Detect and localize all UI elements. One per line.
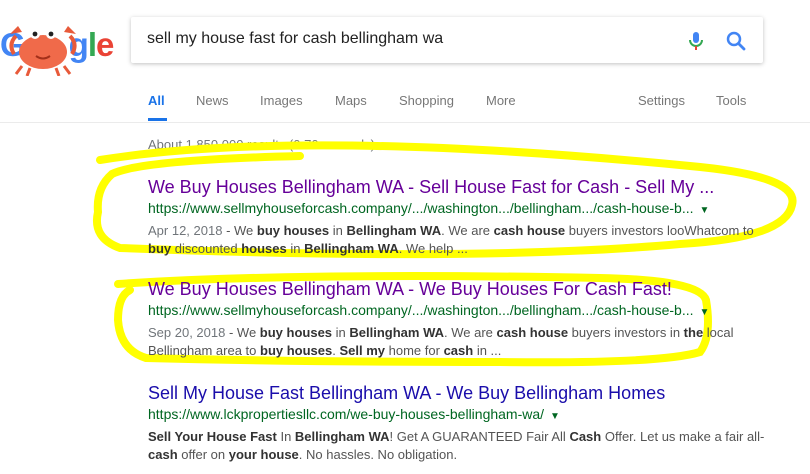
result-snippet: Sep 20, 2018 - We buy houses in Bellingh… xyxy=(148,324,768,360)
google-doodle-logo[interactable]: Ggle xyxy=(0,12,120,76)
snippet-bold-term: houses xyxy=(241,241,287,256)
result-stats: About 1,850,000 results (0.70 seconds) xyxy=(148,137,375,152)
result-date: Sep 20, 2018 xyxy=(148,325,226,340)
snippet-text-run: . We help ... xyxy=(398,241,468,256)
snippet-text-run: . xyxy=(332,343,340,358)
snippet-bold-term: your house xyxy=(228,447,299,462)
snippet-text-run: - We xyxy=(222,223,257,238)
tab-all[interactable]: All xyxy=(148,93,165,108)
tab-maps[interactable]: Maps xyxy=(335,93,367,108)
snippet-text-run: home for xyxy=(385,343,444,358)
microphone-icon[interactable] xyxy=(684,29,708,53)
snippet-text-run: ! Get A GUARANTEED Fair All xyxy=(389,429,570,444)
snippet-text-run: discounted xyxy=(171,241,242,256)
snippet-text: - We buy houses in Bellingham WA. We are… xyxy=(148,223,754,256)
settings-button[interactable]: Settings xyxy=(638,93,685,108)
snippet-bold-term: Bellingham WA xyxy=(294,429,390,444)
search-icon[interactable] xyxy=(724,29,748,53)
snippet-bold-term: buy houses xyxy=(256,223,330,238)
search-result: Sell My House Fast Bellingham WA - We Bu… xyxy=(148,382,768,464)
snippet-bold-term: cash xyxy=(443,343,474,358)
snippet-text-run: In xyxy=(276,429,295,444)
result-title-link[interactable]: We Buy Houses Bellingham WA - We Buy Hou… xyxy=(148,278,768,300)
snippet-text-run: Offer. Let us make a fair all- xyxy=(601,429,765,444)
snippet-text-run: offer on xyxy=(177,447,229,462)
snippet-bold-term: buy xyxy=(148,241,172,256)
result-url: https://www.sellmyhouseforcash.company/.… xyxy=(148,199,768,220)
snippet-bold-term: Bellingham WA xyxy=(304,241,399,256)
snippet-text-run: buyers investors in xyxy=(568,325,684,340)
search-result: We Buy Houses Bellingham WA - We Buy Hou… xyxy=(148,278,768,360)
snippet-bold-term: Bellingham WA xyxy=(349,325,445,340)
result-snippet: Sell Your House Fast In Bellingham WA! G… xyxy=(148,428,768,464)
snippet-text-run: in xyxy=(332,325,350,340)
active-tab-indicator xyxy=(148,118,167,121)
crab-icon xyxy=(9,26,77,76)
snippet-bold-term: Sell Your House Fast xyxy=(148,429,277,444)
result-title-link[interactable]: Sell My House Fast Bellingham WA - We Bu… xyxy=(148,382,768,404)
result-url: https://www.sellmyhouseforcash.company/.… xyxy=(148,301,768,322)
snippet-text-run: in xyxy=(286,241,305,256)
result-snippet: Apr 12, 2018 - We buy houses in Bellingh… xyxy=(148,222,768,258)
snippet-bold-term: Sell my xyxy=(339,343,386,358)
result-url: https://www.lckpropertiesllc.com/we-buy-… xyxy=(148,405,768,426)
top-bar: Ggle All News Images Maps Shoppi xyxy=(0,0,810,123)
search-tabs: All News Images Maps Shopping More Setti… xyxy=(0,86,810,122)
chevron-down-icon[interactable]: ▼ xyxy=(550,411,560,422)
tools-button[interactable]: Tools xyxy=(716,93,746,108)
snippet-text-run: in xyxy=(329,223,347,238)
tab-images[interactable]: Images xyxy=(260,93,303,108)
snippet-text-run: . We are xyxy=(441,223,494,238)
snippet-text-run: buyers investors looWhatcom to xyxy=(565,223,754,238)
result-url-text: https://www.sellmyhouseforcash.company/.… xyxy=(148,200,694,216)
snippet-bold-term: cash house xyxy=(493,223,566,238)
result-url-text: https://www.lckpropertiesllc.com/we-buy-… xyxy=(148,406,545,422)
result-date: Apr 12, 2018 xyxy=(148,223,223,238)
snippet-text-run: . We are xyxy=(444,325,497,340)
snippet-bold-term: Bellingham WA xyxy=(346,223,442,238)
snippet-bold-term: cash house xyxy=(496,325,569,340)
result-url-text: https://www.sellmyhouseforcash.company/.… xyxy=(148,302,694,318)
search-result: We Buy Houses Bellingham WA - Sell House… xyxy=(148,176,768,258)
snippet-text-run: in ... xyxy=(473,343,502,358)
result-title-link[interactable]: We Buy Houses Bellingham WA - Sell House… xyxy=(148,176,768,198)
chevron-down-icon[interactable]: ▼ xyxy=(700,205,710,216)
chevron-down-icon[interactable]: ▼ xyxy=(700,307,710,318)
tab-shopping[interactable]: Shopping xyxy=(399,93,454,108)
search-box[interactable] xyxy=(131,17,763,63)
snippet-bold-term: cash xyxy=(148,447,178,462)
snippet-text: Sell Your House Fast In Bellingham WA! G… xyxy=(148,429,764,462)
snippet-bold-term: the xyxy=(683,325,704,340)
snippet-bold-term: buy houses xyxy=(260,343,333,358)
snippet-text: - We buy houses in Bellingham WA. We are… xyxy=(148,325,734,358)
tab-news[interactable]: News xyxy=(196,93,229,108)
tab-more[interactable]: More xyxy=(486,93,516,108)
snippet-text-run: . No hassles. No obligation. xyxy=(298,447,458,462)
snippet-text-run: - We xyxy=(225,325,260,340)
snippet-bold-term: buy houses xyxy=(259,325,333,340)
snippet-bold-term: Cash xyxy=(569,429,602,444)
search-input[interactable] xyxy=(147,27,667,51)
